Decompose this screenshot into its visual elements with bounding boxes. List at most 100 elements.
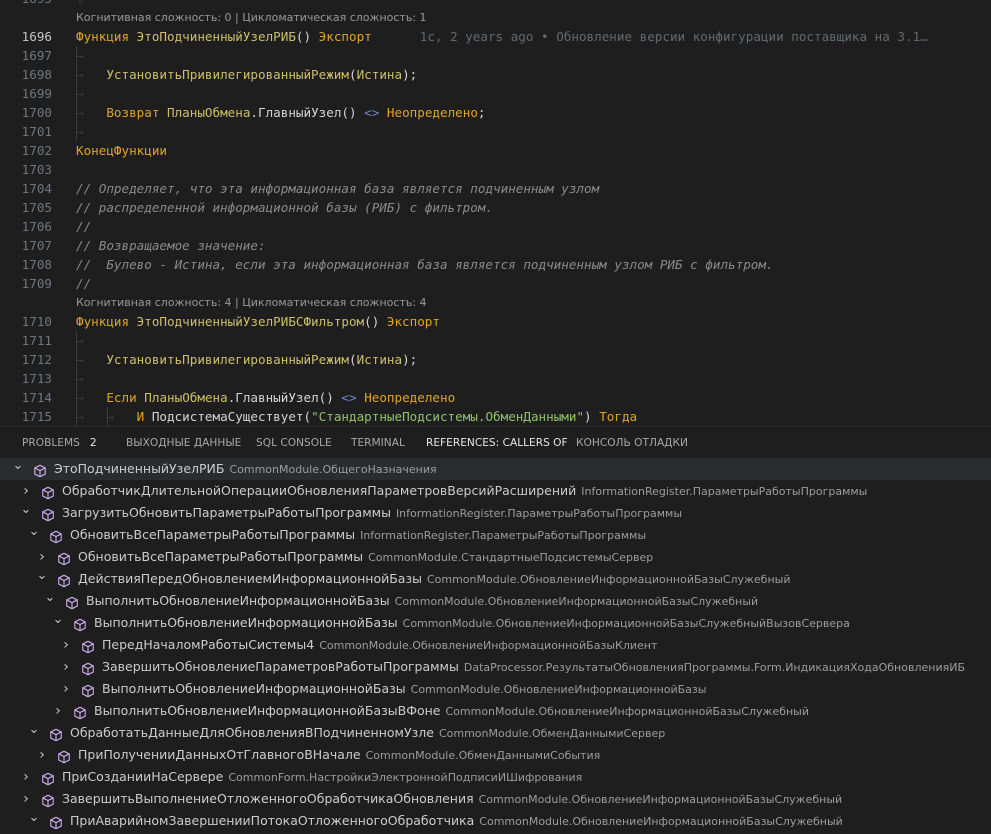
caller-module: CommonModule.ОбменДаннымиСервер <box>438 727 666 740</box>
chevron-down-icon[interactable]: ⌄ <box>28 807 40 829</box>
tree-item-label: ОбработатьДанныеДляОбновленияВПодчиненно… <box>70 722 665 745</box>
code-text: → Возврат ПланыОбмена.ГлавныйУзел() <> Н… <box>76 103 486 122</box>
caller-name: ЗавершитьОбновлениеПараметровРаботыПрогр… <box>102 659 459 674</box>
code-lens[interactable]: Когнитивная сложность: 4 | Цикломатическ… <box>76 293 427 312</box>
tree-item-label: ВыполнитьОбновлениеИнформационнойБазы Com… <box>102 678 706 701</box>
code-token: // <box>76 219 92 234</box>
tab-sql[interactable]: SQL CONSOLE <box>256 427 332 459</box>
code-line[interactable]: 1710 Функция ЭтоПодчиненныйУзелРИБСФильтр… <box>0 312 991 331</box>
tree-item[interactable]: › ПередНачаломРаботыСистемы4 CommonModule.… <box>0 634 991 656</box>
code-line[interactable]: 1699 → <box>0 84 991 103</box>
tree-item-label: ОбновитьВсеПараметрыРаботыПрограммы Infor… <box>70 524 646 547</box>
tree-item[interactable]: ⌄ ПриАварийномЗавершенииПотокаОтложенного… <box>0 810 991 832</box>
tree-item[interactable]: › ПриСозданииНаСервере CommonForm.Настройк… <box>0 766 991 788</box>
code-text: → <box>76 46 84 65</box>
caller-name: ДействияПередОбновлениемИнформационнойБа… <box>78 571 422 586</box>
code-editor[interactable]: 1695 ¶ Когнитивная сложность: 0 | Цикломат… <box>0 0 991 426</box>
code-line[interactable]: 1712 → УстановитьПривилегированныйРежим(И… <box>0 350 991 369</box>
method-cube-icon <box>49 814 63 830</box>
chevron-right-icon[interactable]: › <box>52 700 64 722</box>
code-text: → <box>76 84 84 103</box>
line-number: 1709 <box>21 276 52 291</box>
method-cube-icon <box>73 704 87 720</box>
chevron-right-icon[interactable]: › <box>36 744 48 766</box>
caller-name: ПриСозданииНаСервере <box>62 769 224 784</box>
code-line[interactable]: 1698 → УстановитьПривилегированныйРежим(И… <box>0 65 991 84</box>
caller-name: ОбработчикДлительнойОперацииОбновленияПа… <box>62 483 577 498</box>
chevron-down-icon[interactable]: ⌄ <box>36 565 48 587</box>
code-line[interactable]: 1714 → Если ПланыОбмена.ГлавныйУзел() <> … <box>0 388 991 407</box>
code-line[interactable]: 1713 → <box>0 369 991 388</box>
code-line[interactable]: 1708 // Булево - Истина, если эта информа… <box>0 255 991 274</box>
code-line[interactable]: 1697 → <box>0 46 991 65</box>
tree-item[interactable]: › ВыполнитьОбновлениеИнформационнойБазыВФ… <box>0 700 991 722</box>
chevron-right-icon[interactable]: › <box>60 634 72 656</box>
tree-item[interactable]: ⌄ ОбновитьВсеПараметрыРаботыПрограммы Info… <box>0 524 991 546</box>
tab-debug[interactable]: КОНСОЛЬ ОТЛАДКИ <box>576 427 688 459</box>
code-line[interactable]: 1703 <box>0 160 991 179</box>
line-number: 1707 <box>21 238 52 253</box>
chevron-down-icon[interactable]: ⌄ <box>28 719 40 741</box>
code-line[interactable]: 1696 Функция ЭтоПодчиненныйУзелРИБ() Эксп… <box>0 27 991 46</box>
chevron-down-icon[interactable]: ⌄ <box>28 521 40 543</box>
code-token: ; <box>477 105 486 120</box>
code-line[interactable]: 1709 // <box>0 274 991 293</box>
code-line[interactable]: 1706 // <box>0 217 991 236</box>
tree-item-label: ПриСозданииНаСервере CommonForm.Настройки… <box>62 766 582 789</box>
tab-terminal[interactable]: TERMINAL <box>351 427 405 459</box>
chevron-down-icon[interactable]: ⌄ <box>20 499 32 521</box>
tree-item[interactable]: › ЗавершитьВыполнениеОтложенногоОбработчи… <box>0 788 991 810</box>
tab-output[interactable]: ВЫХОДНЫЕ ДАННЫЕ <box>126 427 241 459</box>
code-line[interactable]: 1707 // Возвращаемое значение: <box>0 236 991 255</box>
line-number: 1699 <box>21 86 52 101</box>
caller-name: ЭтоПодчиненныйУзелРИБ <box>54 461 225 476</box>
code-token: → <box>76 333 84 348</box>
tab-problems[interactable]: PROBLEMS 2 <box>22 427 97 459</box>
tree-item[interactable]: ⌄ ВыполнитьОбновлениеИнформационнойБазы Co… <box>0 612 991 634</box>
tree-item[interactable]: ⌄ ДействияПередОбновлениемИнформационнойБ… <box>0 568 991 590</box>
chevron-right-icon[interactable]: › <box>20 766 32 788</box>
tab-label: REFERENCES: CALLERS OF <box>426 437 568 449</box>
code-lens[interactable]: Когнитивная сложность: 0 | Цикломатическ… <box>76 8 427 27</box>
tree-item[interactable]: › ОбработчикДлительнойОперацииОбновленияП… <box>0 480 991 502</box>
tab-references[interactable]: REFERENCES: CALLERS OF <box>426 427 568 459</box>
line-number: 1697 <box>21 48 52 63</box>
code-line[interactable]: 1695 ¶ <box>0 0 991 8</box>
tree-item[interactable]: ⌄ ОбработатьДанныеДляОбновленияВПодчиненн… <box>0 722 991 744</box>
line-number: 1706 <box>21 219 52 234</box>
code-line[interactable]: 1702 КонецФункции <box>0 141 991 160</box>
code-token: // Возвращаемое значение: <box>76 238 274 253</box>
line-number: 1702 <box>21 143 52 158</box>
method-cube-icon <box>41 506 55 522</box>
chevron-right-icon[interactable]: › <box>60 656 72 678</box>
chevron-down-icon[interactable]: ⌄ <box>12 458 24 477</box>
code-line[interactable]: 1700 → Возврат ПланыОбмена.ГлавныйУзел() … <box>0 103 991 122</box>
tree-item[interactable]: ⌄ ВыполнитьОбновлениеИнформационнойБазы Co… <box>0 590 991 612</box>
tree-item[interactable]: › ЗавершитьОбновлениеПараметровРаботыПрог… <box>0 656 991 678</box>
code-line[interactable]: 1704 // Определяет, что эта информационна… <box>0 179 991 198</box>
tree-item-label: ОбновитьВсеПараметрыРаботыПрограммы Commo… <box>78 546 653 569</box>
method-cube-icon <box>41 484 55 500</box>
code-line[interactable]: 1715 → → И Подсистема​Существует("Стандар… <box>0 407 991 426</box>
caller-name: ОбновитьВсеПараметрыРаботыПрограммы <box>70 527 356 542</box>
code-line[interactable]: 1705 // распределенной информационной баз… <box>0 198 991 217</box>
code-token: Истина <box>356 67 403 82</box>
code-line[interactable]: 1711 → <box>0 331 991 350</box>
tree-item[interactable]: › ПриПолученииДанныхОтГлавногоВНачале Comm… <box>0 744 991 766</box>
line-number: 1703 <box>21 162 52 177</box>
tree-item[interactable]: › ВыполнитьОбновлениеИнформационнойБазы Co… <box>0 678 991 700</box>
chevron-down-icon[interactable]: ⌄ <box>52 609 64 631</box>
chevron-down-icon[interactable]: ⌄ <box>44 587 56 609</box>
code-line[interactable]: 1701 → <box>0 122 991 141</box>
tree-item-label: ПриАварийномЗавершенииПотокаОтложенногоО… <box>70 810 843 833</box>
chevron-right-icon[interactable]: › <box>60 678 72 700</box>
line-number: 1714 <box>21 390 52 405</box>
tree-item-label: ПередНачаломРаботыСистемы4 CommonModule.О… <box>102 634 657 657</box>
code-text: → <box>76 122 84 141</box>
tree-item[interactable]: ⌄ ЭтоПодчиненныйУзелРИБ CommonModule.Общег… <box>0 458 991 480</box>
tree-item[interactable]: › ОбновитьВсеПараметрыРаботыПрограммы Comm… <box>0 546 991 568</box>
tree-item[interactable]: ⌄ ЗагрузитьОбновитьПараметрыРаботыПрограм… <box>0 502 991 524</box>
code-token: ЭтоПодчиненныйУзелРИБСФильтром <box>136 314 365 329</box>
